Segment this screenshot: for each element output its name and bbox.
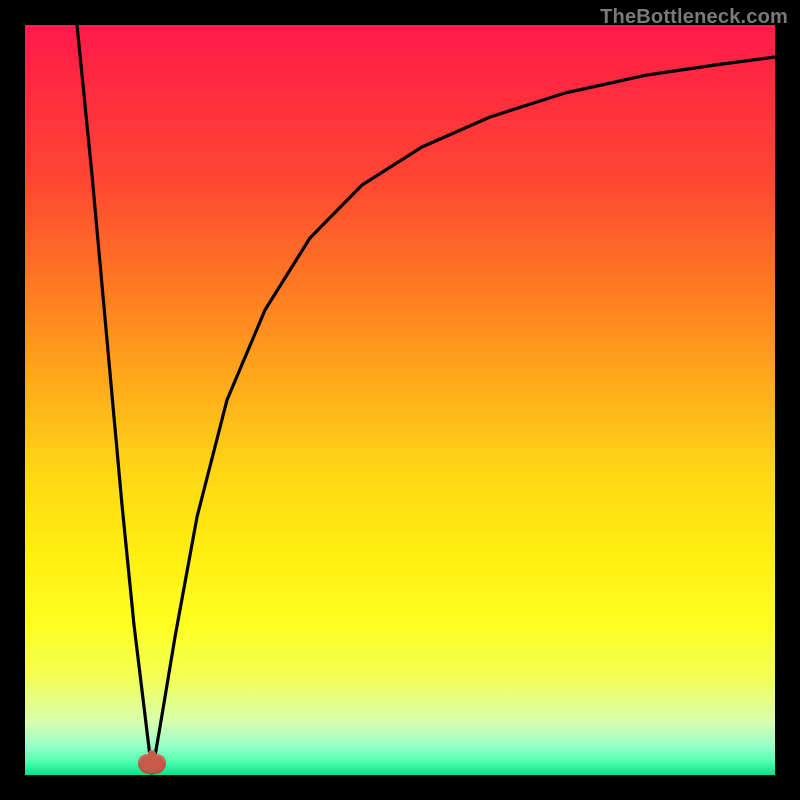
curve-layer [25,25,775,775]
chart-frame: TheBottleneck.com [0,0,800,800]
minimum-marker [138,754,166,774]
plot-area [25,25,775,775]
bottleneck-curve [77,25,775,773]
watermark-text: TheBottleneck.com [600,6,788,29]
